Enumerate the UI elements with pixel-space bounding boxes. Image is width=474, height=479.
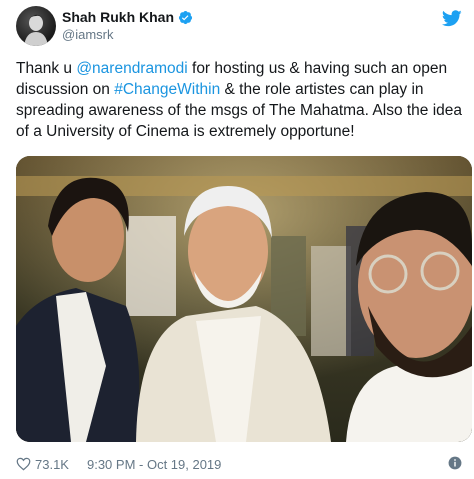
tweet-text-part: Thank u [16,60,77,77]
tweet-footer: 73.1K 9:30 PM - Oct 19, 2019 [16,455,462,473]
tweet-card: Shah Rukh Khan @iamsrk Thank u @narendra… [0,0,474,479]
author-name-text[interactable]: Shah Rukh Khan [62,9,174,25]
tweet-text: Thank u @narendramodi for hosting us & h… [16,58,466,142]
info-icon[interactable] [448,456,462,470]
author-handle[interactable]: @iamsrk [62,27,113,42]
verified-badge-icon [178,10,193,24]
tweet-photo[interactable] [16,156,472,442]
hashtag-link[interactable]: #ChangeWithin [114,81,220,98]
author-name[interactable]: Shah Rukh Khan [62,9,193,25]
timestamp[interactable]: 9:30 PM - Oct 19, 2019 [87,457,221,472]
heart-icon[interactable] [16,457,31,471]
avatar[interactable] [16,6,56,46]
photo-image [16,156,472,442]
mention-link[interactable]: @narendramodi [76,60,187,77]
like-count[interactable]: 73.1K [35,457,69,472]
twitter-bird-icon[interactable] [442,10,462,27]
